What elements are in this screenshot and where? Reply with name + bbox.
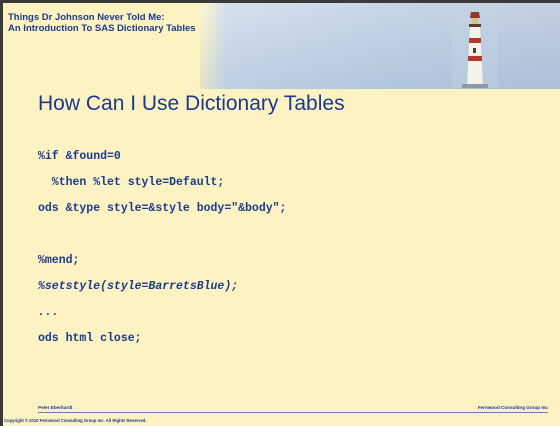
code-line-6: ... (38, 306, 59, 319)
code-line-5: %setstyle(style=BarretsBlue); (38, 280, 239, 293)
footer-author: Peter Eberhardt (38, 405, 73, 410)
header-title: Things Dr Johnson Never Told Me: An Intr… (8, 12, 196, 34)
footer-company: Fernwood Consulting Group Inc (477, 405, 548, 410)
header-sky-shade (200, 3, 560, 89)
lighthouse-icon (452, 6, 498, 88)
header-title-line-2: An Introduction To SAS Dictionary Tables (8, 23, 196, 34)
code-line-1: %if &found=0 (38, 150, 121, 163)
header-title-line-1: Things Dr Johnson Never Told Me: (8, 12, 165, 23)
slide: Things Dr Johnson Never Told Me: An Intr… (0, 0, 560, 426)
code-line-7: ods html close; (38, 332, 142, 345)
code-line-3: ods &type style=&style body="&body"; (38, 202, 287, 215)
code-line-4: %mend; (38, 254, 80, 267)
footer-divider (38, 412, 548, 413)
footer-copyright: Copyright © 2010 Fernwood Consulting Gro… (4, 418, 147, 423)
code-line-2: %then %let style=Default; (38, 176, 225, 189)
slide-title: How Can I Use Dictionary Tables (38, 92, 345, 115)
